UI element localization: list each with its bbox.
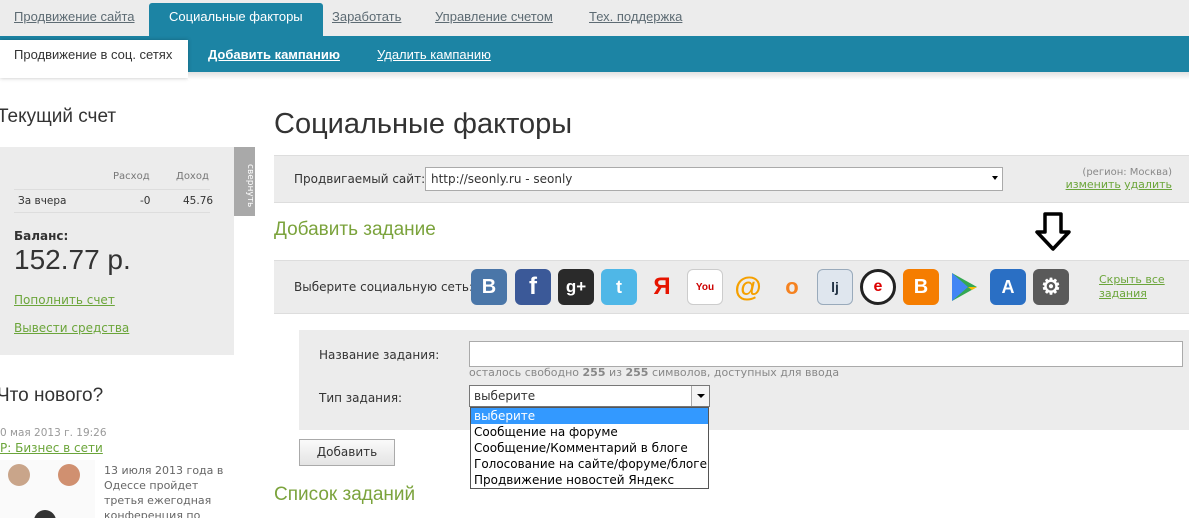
task-name-input[interactable]	[469, 341, 1183, 367]
mail-ru-icon[interactable]: @	[730, 269, 766, 305]
youtube-icon[interactable]: You	[687, 269, 723, 305]
livejournal-icon[interactable]: lj	[817, 269, 853, 305]
news-link[interactable]: P: Бизнес в сети	[0, 441, 103, 455]
task-type-option[interactable]: Голосование на сайте/форуме/блоге	[471, 456, 708, 472]
social-bar: Выберите социальную сеть: B f g+ t Я You…	[274, 260, 1189, 314]
top-nav: Продвижение сайта Социальные факторы Зар…	[0, 0, 1189, 37]
tab-site-promotion[interactable]: Продвижение сайта	[14, 9, 135, 24]
task-type-option[interactable]: Сообщение на форуме	[471, 424, 708, 440]
hint-suffix: символов, доступных для ввода	[648, 366, 840, 379]
task-type-option[interactable]: Сообщение/Комментарий в блоге	[471, 440, 708, 456]
col-income: Доход	[176, 171, 209, 182]
page-title: Социальные факторы	[274, 108, 573, 140]
hint-mid: из	[605, 366, 626, 379]
site-value: http://seonly.ru - seonly	[431, 172, 573, 186]
task-type-value: выберите	[474, 389, 536, 403]
topup-link[interactable]: Пополнить счет	[14, 293, 115, 307]
task-form: Название задания: осталось свободно 255 …	[299, 330, 1189, 430]
add-button[interactable]: Добавить	[299, 439, 395, 466]
balance-value: 152.77 р.	[14, 244, 131, 275]
collapse-button[interactable]: свернуть	[234, 147, 255, 216]
google-plus-icon[interactable]: g+	[558, 269, 594, 305]
face-icon	[8, 464, 30, 486]
row-label: За вчера	[18, 195, 67, 207]
chevron-down-icon[interactable]	[691, 386, 709, 406]
withdraw-link[interactable]: Вывести средства	[14, 321, 129, 335]
face-icon	[58, 464, 80, 486]
tasks-title: Список заданий	[274, 484, 416, 505]
hint-remaining: 255	[582, 366, 606, 379]
task-type-option[interactable]: выберите	[471, 408, 708, 424]
row-expense: -0	[140, 195, 151, 207]
yesterday-row: За вчера -0 45.76	[14, 189, 214, 213]
tab-account-management[interactable]: Управление счетом	[435, 9, 553, 24]
site-select[interactable]: http://seonly.ru - seonly	[425, 167, 1003, 191]
nav-shadow	[188, 72, 1189, 80]
balance-label: Баланс:	[14, 229, 69, 243]
news-text: 13 июля 2013 года в Одессе пройдет треть…	[104, 464, 224, 518]
add-task-title: Добавить задание	[274, 219, 436, 240]
liveinternet-icon[interactable]: e	[860, 269, 896, 305]
site-label: Продвигаемый сайт:	[294, 172, 426, 186]
edit-link[interactable]: изменить	[1066, 178, 1121, 191]
page: Продвижение сайта Социальные факторы Зар…	[0, 0, 1189, 518]
subtab-delete-campaign[interactable]: Удалить кампанию	[377, 47, 491, 62]
news-title: Что нового?	[0, 385, 104, 406]
row-income: 45.76	[183, 195, 214, 207]
task-type-dropdown: выберите Сообщение на форуме Сообщение/К…	[470, 407, 709, 489]
site-bar: Продвигаемый сайт: http://seonly.ru - se…	[274, 155, 1189, 203]
task-type-select[interactable]: выберите	[469, 385, 710, 407]
task-name-label: Название задания:	[319, 348, 440, 362]
delete-link[interactable]: удалить	[1124, 178, 1172, 191]
yandex-icon[interactable]: Я	[644, 269, 680, 305]
account-title: Текущий счет	[0, 106, 117, 127]
col-expense: Расход	[113, 171, 150, 182]
char-hint: осталось свободно 255 из 255 символов, д…	[469, 366, 839, 379]
subtab-add-campaign[interactable]: Добавить кампанию	[208, 47, 340, 62]
vk-icon[interactable]: B	[471, 269, 507, 305]
task-type-option[interactable]: Продвижение новостей Яндекс	[471, 472, 708, 488]
sub-nav: Продвижение в соц. сетях Добавить кампан…	[0, 36, 1189, 78]
facebook-icon[interactable]: f	[515, 269, 551, 305]
hide-all-tasks-link[interactable]: Скрыть все задания	[1099, 273, 1189, 301]
hint-total: 255	[625, 366, 649, 379]
google-play-icon[interactable]	[946, 269, 982, 305]
region-info: (регион: Москва) изменить удалить	[1066, 167, 1172, 191]
tab-social-factors[interactable]: Социальные факторы	[149, 3, 323, 37]
chevron-down-icon	[992, 176, 998, 180]
down-arrow-icon	[1035, 212, 1071, 251]
news-date: 0 мая 2013 г. 19:26	[0, 427, 107, 439]
blogger-icon[interactable]: B	[903, 269, 939, 305]
social-label: Выберите социальную сеть:	[294, 280, 474, 294]
account-panel: Расход Доход За вчера -0 45.76 Баланс: 1…	[0, 147, 234, 355]
subtab-social-promotion[interactable]: Продвижение в соц. сетях	[0, 40, 188, 78]
region-label: (регион: Москва)	[1082, 167, 1172, 178]
face-icon	[34, 510, 56, 518]
settings-icon[interactable]: ⚙	[1033, 269, 1069, 305]
tab-earn[interactable]: Заработать	[332, 9, 401, 24]
news-image[interactable]	[0, 460, 95, 518]
app-store-icon[interactable]: A	[990, 269, 1026, 305]
twitter-icon[interactable]: t	[601, 269, 637, 305]
task-type-label: Тип задания:	[319, 391, 403, 405]
odnoklassniki-icon[interactable]: о	[774, 269, 810, 305]
hint-prefix: осталось свободно	[469, 366, 583, 379]
tab-support[interactable]: Тех. поддержка	[589, 9, 682, 24]
